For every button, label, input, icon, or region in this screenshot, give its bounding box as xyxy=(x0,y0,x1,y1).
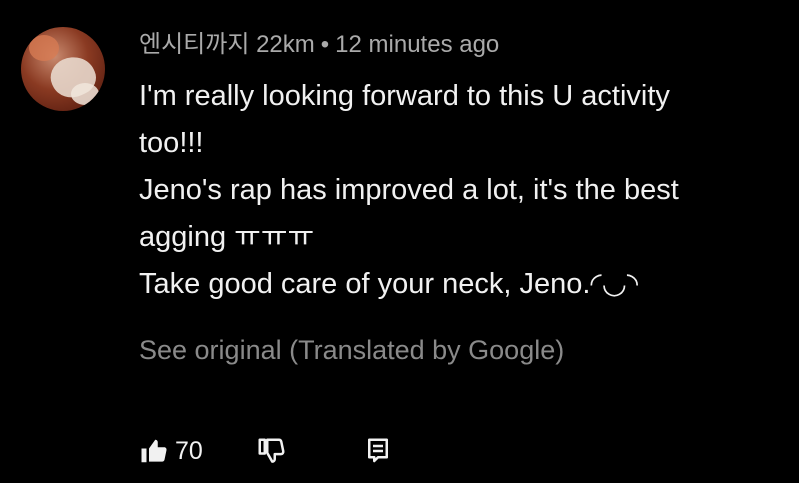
author-name[interactable]: 엔시티까지 22km xyxy=(139,31,315,58)
reply-comment-icon xyxy=(365,436,391,466)
avatar-shape xyxy=(29,35,59,61)
separator-dot: • xyxy=(320,31,330,58)
thumbs-up-icon xyxy=(139,436,169,466)
comment-line: agging ㅠㅠㅠ xyxy=(139,221,315,253)
comment-item: 엔시티까지 22km • 12 minutes ago I'm really loo… xyxy=(0,0,799,483)
reply-button[interactable] xyxy=(365,432,391,470)
see-original-link[interactable]: See original (Translated by Google) xyxy=(139,333,564,367)
avatar-shape xyxy=(71,83,99,105)
comment-line: too!!! xyxy=(139,127,204,159)
comment-line: Take good care of your neck, Jeno.◜◡◝ xyxy=(139,268,639,300)
timestamp[interactable]: 12 minutes ago xyxy=(335,31,499,58)
like-count: 70 xyxy=(175,436,203,465)
comment-text: I'm really looking forward to this U act… xyxy=(139,73,779,308)
comment-actions: 70 xyxy=(139,432,439,470)
like-button[interactable]: 70 xyxy=(139,432,203,470)
comment-line: Jeno's rap has improved a lot, it's the … xyxy=(139,174,679,206)
thumbs-down-icon xyxy=(256,436,286,466)
avatar[interactable] xyxy=(21,27,105,111)
comment-line: I'm really looking forward to this U act… xyxy=(139,80,670,112)
comment-header: 엔시티까지 22km • 12 minutes ago xyxy=(139,30,499,60)
dislike-button[interactable] xyxy=(256,432,286,470)
